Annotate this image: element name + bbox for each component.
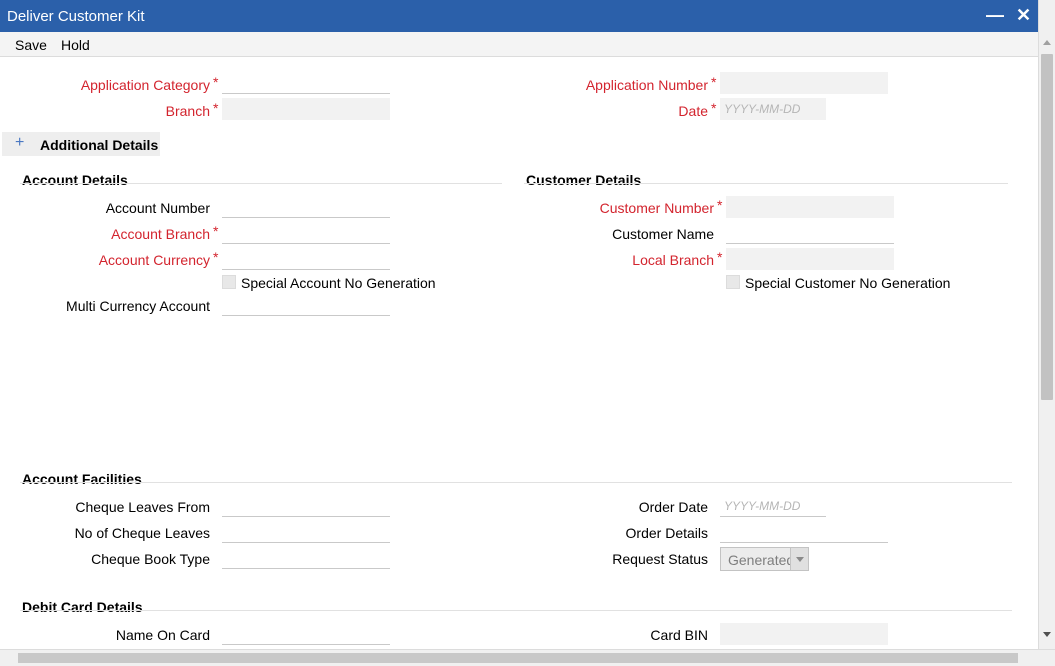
window-titlebar: Deliver Customer Kit — ✕ [0, 0, 1040, 33]
application-number-input[interactable] [720, 72, 888, 94]
account-facilities-heading: Account Facilities [22, 471, 142, 487]
request-status-select[interactable]: Generated [720, 547, 809, 571]
no-of-cheque-leaves-label: No of Cheque Leaves [74, 525, 210, 541]
scroll-up-icon[interactable] [1043, 40, 1051, 45]
no-of-cheque-leaves-input[interactable] [222, 521, 390, 543]
required-marker: * [213, 100, 219, 116]
customer-details-heading: Customer Details [526, 172, 642, 188]
order-details-label: Order Details [625, 525, 708, 541]
name-on-card-input[interactable] [222, 623, 390, 645]
name-on-card-label: Name On Card [115, 627, 210, 643]
required-marker: * [711, 74, 717, 90]
cheque-book-type-input[interactable] [222, 547, 390, 569]
order-details-input[interactable] [720, 521, 888, 543]
section-divider [20, 610, 1012, 611]
section-divider [20, 482, 1012, 483]
scrollbar-thumb[interactable] [1041, 54, 1053, 400]
application-category-input[interactable] [222, 72, 390, 94]
account-number-label: Account Number [105, 200, 210, 216]
branch-label: Branch [165, 103, 210, 119]
order-date-input[interactable]: YYYY-MM-DD [720, 495, 826, 517]
section-divider [20, 183, 502, 184]
required-marker: * [213, 249, 219, 265]
window-title: Deliver Customer Kit [7, 8, 145, 25]
vertical-scrollbar[interactable] [1038, 0, 1055, 649]
application-number-label: Application Number [585, 77, 708, 93]
request-status-label: Request Status [612, 551, 708, 567]
required-marker: * [213, 74, 219, 90]
plus-icon: + [15, 134, 25, 151]
customer-name-input[interactable] [726, 222, 894, 244]
special-account-no-generation-label: Special Account No Generation [241, 275, 436, 291]
special-customer-no-generation-checkbox[interactable] [726, 275, 740, 289]
minimize-icon[interactable]: — [986, 6, 1004, 24]
cheque-leaves-from-label: Cheque Leaves From [75, 499, 210, 515]
customer-name-label: Customer Name [612, 226, 714, 242]
local-branch-label: Local Branch [632, 252, 714, 268]
card-bin-label: Card BIN [650, 627, 708, 643]
additional-details-label: Additional Details [40, 137, 159, 153]
local-branch-input[interactable] [726, 248, 894, 270]
scroll-down-icon[interactable] [1043, 632, 1051, 637]
special-account-no-generation-checkbox[interactable] [222, 275, 236, 289]
date-label: Date [678, 103, 708, 119]
hold-button[interactable]: Hold [61, 37, 90, 53]
branch-input[interactable] [222, 98, 390, 120]
additional-details-toggle[interactable]: + Additional Details [2, 132, 160, 156]
account-details-heading: Account Details [22, 172, 128, 188]
order-date-label: Order Date [638, 499, 708, 515]
application-category-label: Application Category [80, 77, 210, 93]
required-marker: * [717, 197, 723, 213]
account-branch-label: Account Branch [111, 226, 210, 242]
chevron-down-icon[interactable] [790, 548, 808, 570]
required-marker: * [711, 100, 717, 116]
toolbar: Save Hold [0, 32, 1038, 57]
close-icon[interactable]: ✕ [1016, 6, 1031, 24]
required-marker: * [717, 249, 723, 265]
special-customer-no-generation-label: Special Customer No Generation [745, 275, 951, 291]
card-bin-input[interactable] [720, 623, 888, 645]
cheque-book-type-label: Cheque Book Type [91, 551, 210, 567]
section-divider [524, 183, 1008, 184]
account-currency-label: Account Currency [98, 252, 210, 268]
required-marker: * [213, 223, 219, 239]
horizontal-scrollbar[interactable] [0, 649, 1055, 666]
account-branch-input[interactable] [222, 222, 390, 244]
save-button[interactable]: Save [15, 37, 47, 53]
date-placeholder: YYYY-MM-DD [724, 102, 801, 116]
scrollbar-thumb[interactable] [18, 653, 1018, 663]
account-currency-input[interactable] [222, 248, 390, 270]
date-input[interactable]: YYYY-MM-DD [720, 98, 826, 120]
multi-currency-account-input[interactable] [222, 294, 390, 316]
debit-card-details-heading: Debit Card Details [22, 599, 143, 615]
order-date-placeholder: YYYY-MM-DD [724, 499, 801, 513]
account-number-input[interactable] [222, 196, 390, 218]
customer-number-input[interactable] [726, 196, 894, 218]
request-status-value: Generated [728, 552, 795, 568]
multi-currency-account-label: Multi Currency Account [66, 298, 210, 314]
customer-number-label: Customer Number [599, 200, 714, 216]
cheque-leaves-from-input[interactable] [222, 495, 390, 517]
